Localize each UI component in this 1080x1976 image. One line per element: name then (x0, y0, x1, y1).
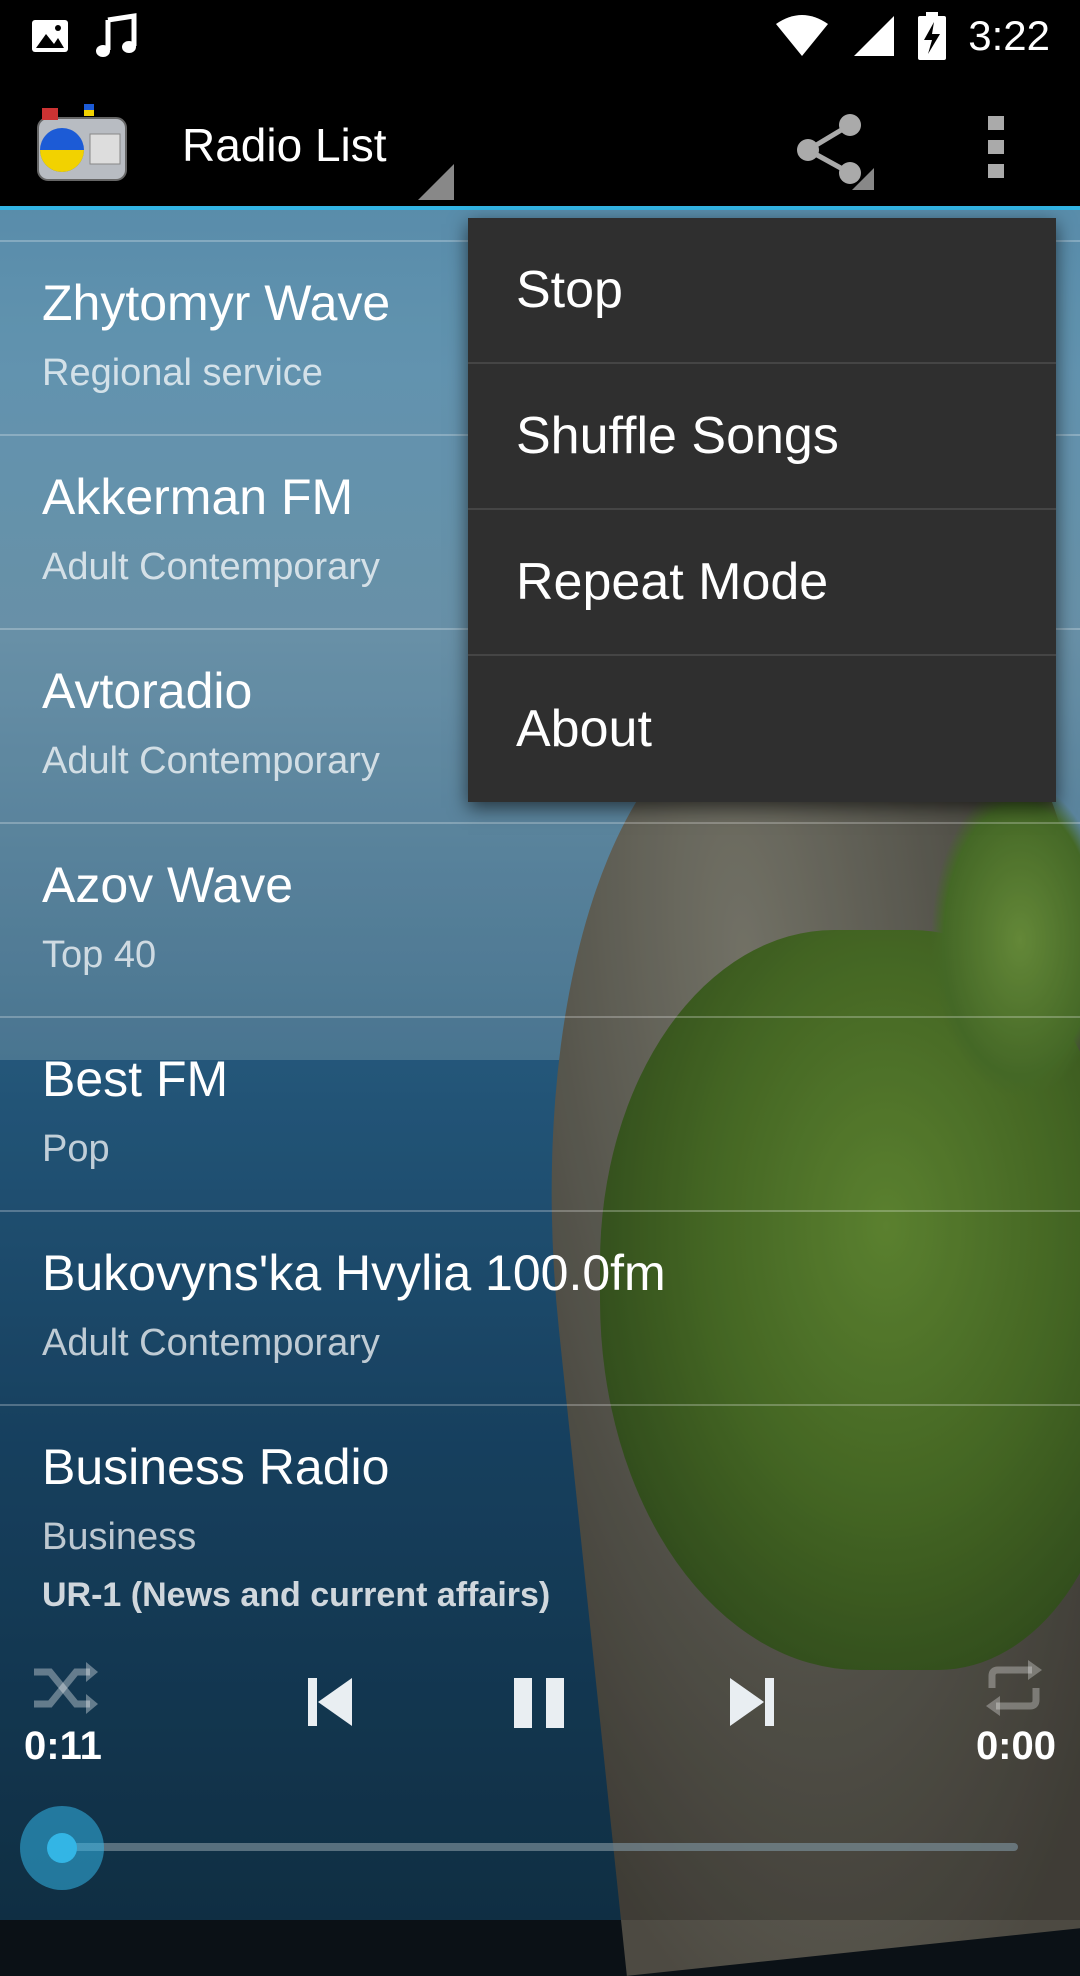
status-bar: 3:22 (0, 0, 1080, 72)
music-note-icon (92, 12, 140, 60)
elapsed-time: 0:11 (24, 1724, 102, 1768)
share-dropdown-indicator (852, 168, 874, 190)
station-genre: Adult Contemporary (42, 740, 380, 782)
menu-item-repeat-mode[interactable]: Repeat Mode (468, 510, 1056, 656)
list-item[interactable]: Business Radio Business (0, 1404, 1080, 1598)
station-name: Akkerman FM (42, 469, 354, 525)
station-genre: Pop (42, 1128, 110, 1170)
page-title[interactable]: Radio List (182, 118, 387, 172)
overflow-menu-icon[interactable] (976, 112, 1016, 182)
list-item[interactable]: Best FM Pop (0, 1016, 1080, 1210)
station-genre: Adult Contemporary (42, 1322, 380, 1364)
station-genre: Top 40 (42, 934, 157, 976)
image-icon (30, 16, 70, 56)
menu-item-stop[interactable]: Stop (468, 218, 1056, 364)
station-genre: Business (42, 1516, 197, 1558)
station-genre: Regional service (42, 352, 323, 394)
now-playing-label: UR-1 (News and current affairs) (42, 1576, 551, 1614)
list-item[interactable]: Azov Wave Top 40 (0, 822, 1080, 1016)
station-name: Avtoradio (42, 663, 253, 719)
action-bar: Radio List (0, 72, 1080, 210)
wifi-icon (774, 14, 830, 58)
total-duration: 0:00 (975, 1724, 1056, 1768)
station-name: Business Radio (42, 1439, 390, 1495)
next-icon[interactable] (726, 1676, 776, 1733)
menu-item-about[interactable]: About (468, 656, 1056, 802)
app-radio-icon[interactable] (32, 102, 132, 188)
title-dropdown-indicator (418, 164, 454, 200)
previous-icon[interactable] (306, 1676, 356, 1733)
station-name: Bukovyns'ka Hvylia 100.0fm (42, 1245, 666, 1301)
repeat-icon[interactable] (984, 1660, 1044, 1721)
signal-icon (852, 14, 896, 58)
overflow-menu: Stop Shuffle Songs Repeat Mode About (468, 218, 1056, 802)
seek-thumb[interactable] (20, 1806, 104, 1890)
list-item[interactable]: Bukovyns'ka Hvylia 100.0fm Adult Contemp… (0, 1210, 1080, 1404)
seek-thumb-dot (47, 1833, 77, 1863)
seek-bar[interactable] (62, 1843, 1018, 1851)
status-time: 3:22 (968, 12, 1050, 59)
shuffle-icon[interactable] (30, 1658, 100, 1723)
battery-charging-icon (918, 12, 947, 60)
station-genre: Adult Contemporary (42, 546, 380, 588)
player-controls (0, 1650, 1080, 1760)
pause-icon[interactable] (512, 1676, 568, 1735)
station-name: Zhytomyr Wave (42, 275, 391, 331)
menu-item-shuffle-songs[interactable]: Shuffle Songs (468, 364, 1056, 510)
station-name: Azov Wave (42, 857, 294, 913)
station-name: Best FM (42, 1051, 229, 1107)
